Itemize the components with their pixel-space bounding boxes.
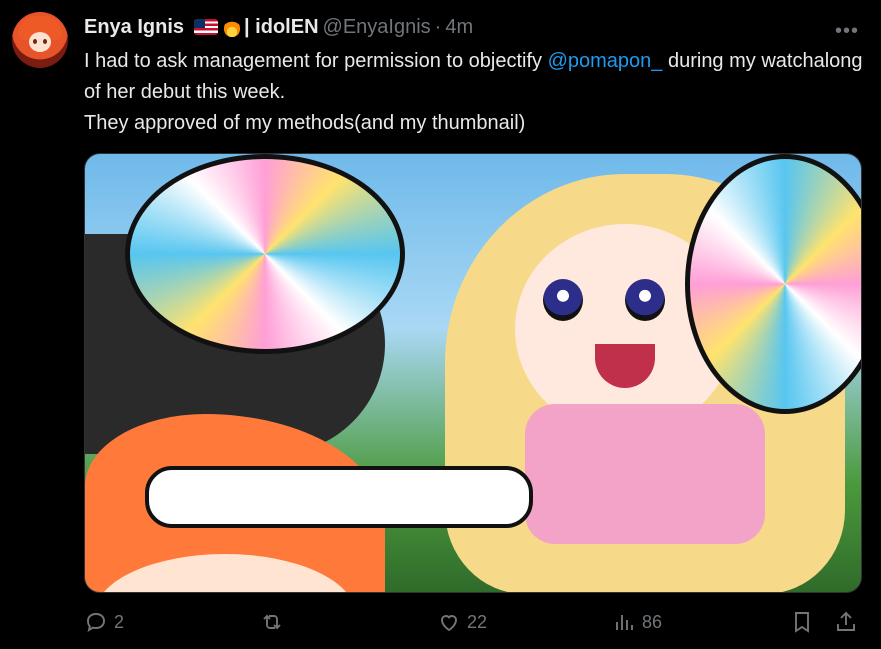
fire-icon [224, 17, 241, 37]
views-icon [616, 615, 633, 630]
reply-count: 2 [114, 611, 125, 632]
action-bar: 2 22 86 [84, 610, 860, 640]
mention-link[interactable]: @pomapon_ [548, 50, 663, 72]
retweet-button[interactable] [260, 610, 290, 634]
tweet-line-1: I had to ask management for permission t… [84, 50, 863, 103]
tweet-line-2: They approved of my methods(and my thumb… [84, 112, 526, 134]
author-handle[interactable]: @EnyaIgnis [323, 16, 431, 39]
bookmark-button[interactable] [790, 610, 814, 634]
like-icon [441, 615, 457, 632]
reply-button[interactable]: 2 [84, 610, 124, 634]
retweet-icon [263, 614, 281, 630]
avatar[interactable] [12, 12, 68, 68]
share-button[interactable] [834, 610, 858, 634]
bookmark-icon [795, 612, 809, 633]
flag-icon [194, 19, 219, 35]
like-button[interactable]: 22 [437, 610, 487, 634]
reply-icon [87, 613, 105, 632]
author-name[interactable]: Enya Ignis [84, 16, 184, 39]
tweet-image[interactable] [84, 153, 862, 593]
tweet-text: I had to ask management for permission t… [84, 46, 864, 139]
like-count: 22 [467, 611, 488, 632]
separator-dot: · [434, 15, 442, 38]
views-button[interactable]: 86 [612, 610, 662, 634]
tweet-header: Enya Ignis | idolEN @EnyaIgnis · 4m [84, 14, 473, 40]
timestamp[interactable]: 4m [445, 16, 473, 39]
author-name-suffix[interactable]: | idolEN [244, 16, 318, 39]
share-icon [837, 611, 855, 631]
more-icon[interactable]: ••• [835, 20, 859, 43]
views-count: 86 [642, 611, 663, 632]
